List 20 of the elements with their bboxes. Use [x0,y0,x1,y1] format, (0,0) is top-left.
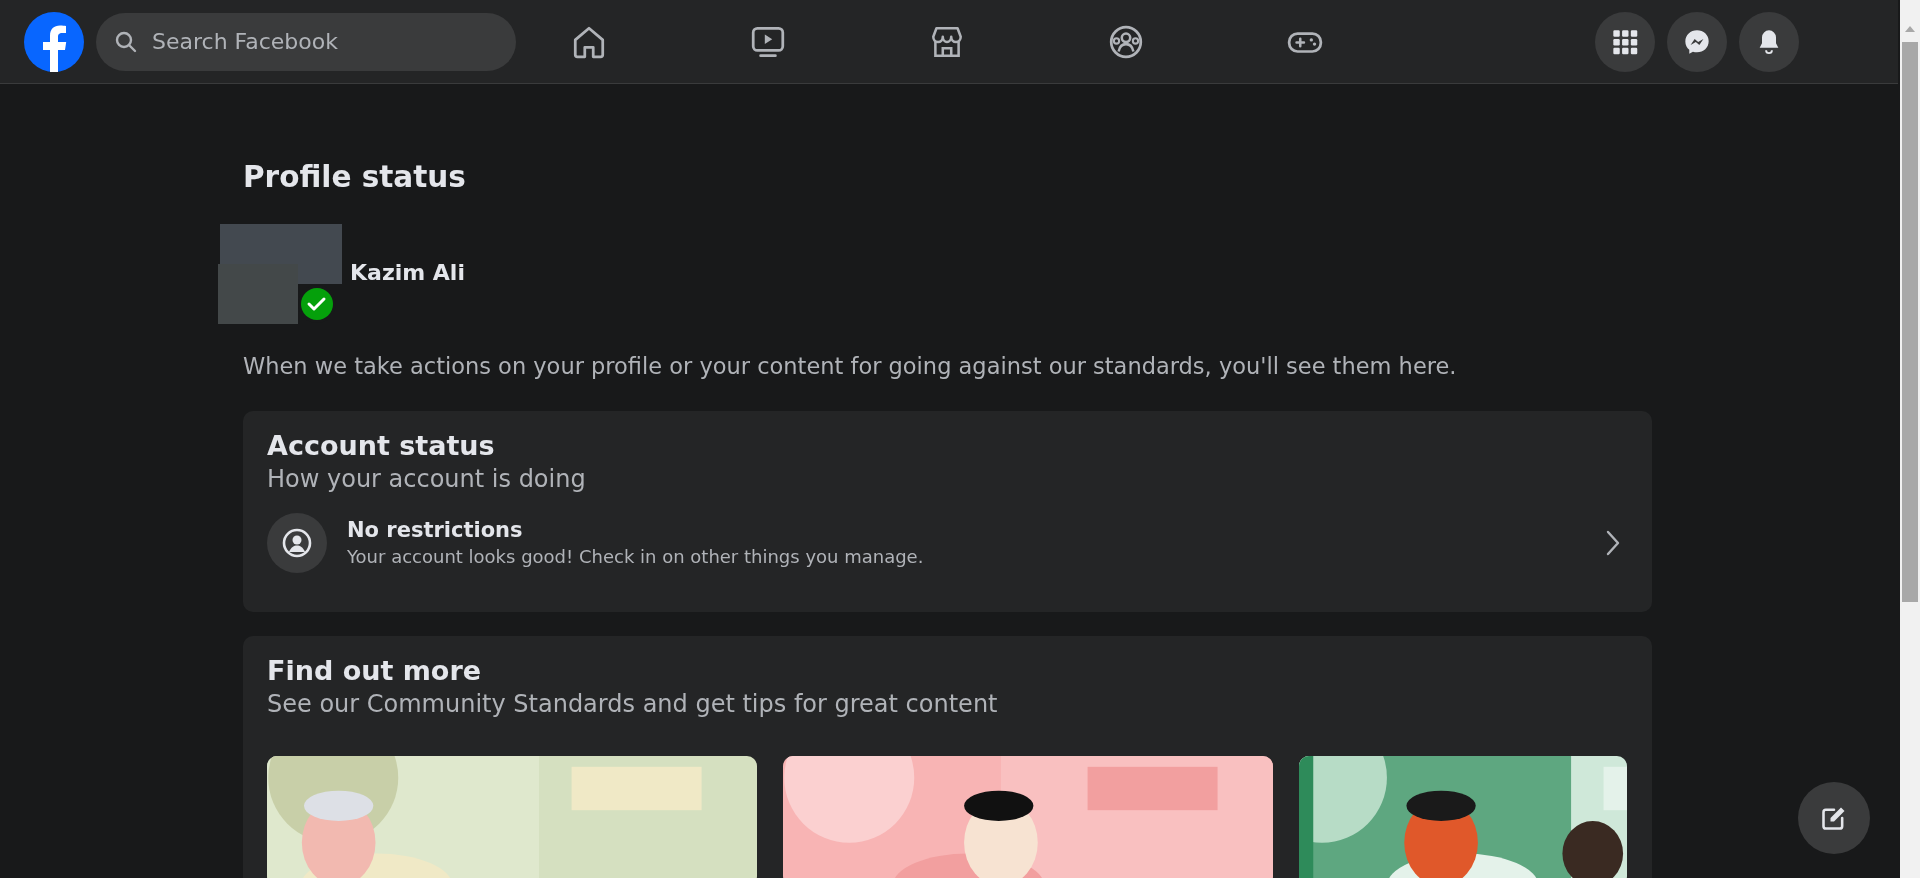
scrollbar[interactable] [1900,0,1920,878]
status-row[interactable]: No restrictions Your account looks good! Check in on other things you manage. [267,511,1628,575]
menu-icon [1611,28,1639,56]
person-icon [267,513,327,573]
card-subtitle: How your account is doing [267,464,587,495]
page-title: Profile status [243,159,467,196]
search-input[interactable]: Search Facebook [150,28,498,55]
card-title: Find out more [267,654,483,688]
status-description: Your account looks good! Check in on other things you manage. [347,545,925,569]
scroll-up-icon [1905,26,1915,32]
card-title: Account status [267,429,496,463]
profile-name: Kazim Ali [350,259,465,285]
chevron-right-icon [1606,530,1620,556]
description: When we take actions on your profile or your content for going against our standards, you'll see them here. [243,352,1458,381]
messenger-icon [1683,28,1711,56]
card-subtitle: See our Community Standards and get tips for great content [267,689,999,720]
status-title: No restrictions [347,517,524,544]
search-bar[interactable]: Search Facebook [96,12,516,71]
facebook-logo[interactable] [24,11,84,72]
search-icon [114,29,138,54]
